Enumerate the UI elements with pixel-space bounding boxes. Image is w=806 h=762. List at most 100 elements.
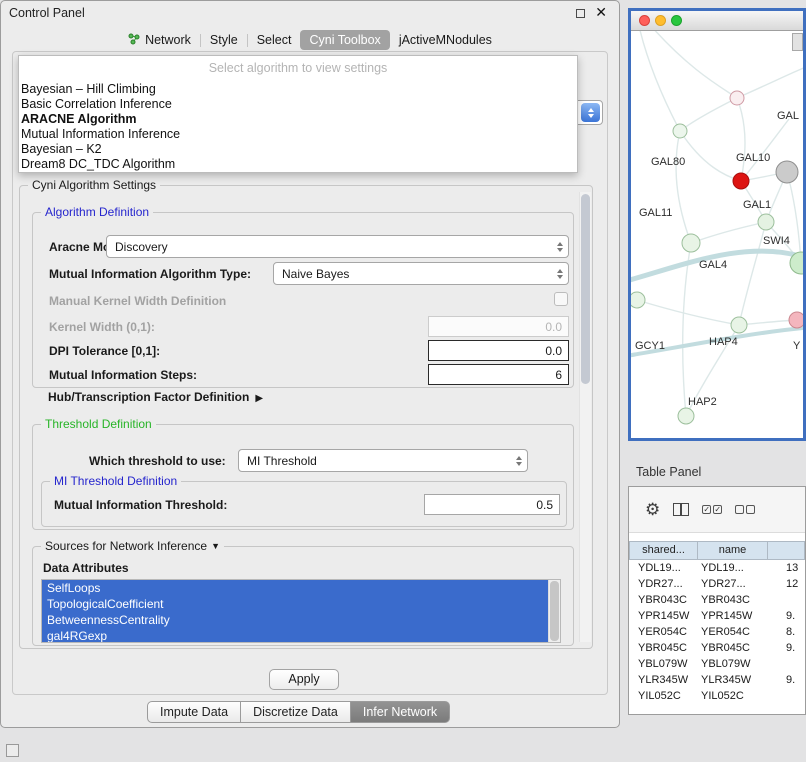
node-label: GAL10 <box>736 152 770 164</box>
sources-expander[interactable]: Sources for Network Inference▼ <box>41 539 224 553</box>
scrollbar-thumb[interactable] <box>581 194 590 384</box>
list-scrollbar[interactable] <box>548 580 560 642</box>
list-item-attribute[interactable]: gal4RGexp <box>42 628 548 643</box>
data-attributes-label: Data Attributes <box>43 561 129 575</box>
manual-kernel-width-checkbox[interactable] <box>554 292 568 306</box>
column-header-shared[interactable]: shared... <box>629 541 698 560</box>
tab-network[interactable]: Network <box>119 30 200 51</box>
manual-kernel-width-label: Manual Kernel Width Definition <box>49 294 226 308</box>
close-icon[interactable]: ✕ <box>595 4 607 21</box>
expand-down-icon: ▼ <box>211 541 220 551</box>
option-aracne[interactable]: ARACNE Algorithm <box>19 112 577 127</box>
network-node[interactable] <box>758 214 774 230</box>
table-header: shared... name <box>629 541 805 560</box>
which-threshold-label: Which threshold to use: <box>89 454 226 468</box>
cell-value: 9. <box>768 640 805 656</box>
network-node[interactable] <box>730 91 744 105</box>
table-toolbar: ⚙ ✓✓ <box>629 487 805 533</box>
network-node[interactable] <box>682 234 700 252</box>
table-panel-window: ⚙ ✓✓ shared... name YDL19... YDL19... 13… <box>628 486 806 715</box>
cell-name: YBR043C <box>698 592 768 608</box>
option-bayesian-hill-climbing[interactable]: Bayesian – Hill Climbing <box>19 82 577 97</box>
tab-cyni-toolbox[interactable]: Cyni Toolbox <box>300 30 389 50</box>
network-node[interactable] <box>631 292 645 308</box>
node-label: Y <box>793 340 801 352</box>
dropdown-prompt: Select algorithm to view settings <box>19 61 577 75</box>
option-mutual-information[interactable]: Mutual Information Inference <box>19 127 577 142</box>
option-dream8[interactable]: Dream8 DC_TDC Algorithm <box>19 157 577 172</box>
combobox-value: MI Threshold <box>247 454 317 468</box>
network-node[interactable] <box>731 317 747 333</box>
node-label: GAL <box>777 110 799 122</box>
tab-impute-data[interactable]: Impute Data <box>147 701 241 723</box>
network-node-red[interactable] <box>733 173 749 189</box>
tab-jactivemnodules[interactable]: jActiveMNodules <box>390 30 501 50</box>
network-scrollbar-widget[interactable] <box>792 33 803 51</box>
column-selector-icon[interactable] <box>673 503 689 516</box>
network-node-gray[interactable] <box>776 161 798 183</box>
unchecked-box-icon <box>735 505 744 514</box>
settings-scrollbar[interactable] <box>579 192 591 642</box>
table-row[interactable]: YLR345W YLR345W 9. <box>629 672 805 688</box>
algorithm-definition-group: Algorithm Definition Aracne Mode: Discov… <box>32 212 574 388</box>
scrollbar-thumb[interactable] <box>550 581 559 641</box>
kernel-width-field[interactable]: 0.0 <box>428 316 569 337</box>
hub-definition-expander[interactable]: Hub/Transcription Factor Definition▶ <box>48 390 263 404</box>
tab-label: jActiveMNodules <box>399 33 492 47</box>
list-item-attribute[interactable]: TopologicalCoefficient <box>42 596 548 612</box>
list-item-attribute[interactable]: SelfLoops <box>42 580 548 596</box>
aracne-mode-combobox[interactable]: Discovery <box>106 235 569 258</box>
mi-threshold-label: Mutual Information Threshold: <box>54 498 227 512</box>
combobox-value: Naive Bayes <box>282 267 349 281</box>
expand-right-icon: ▶ <box>255 393 263 404</box>
tab-select[interactable]: Select <box>248 30 301 50</box>
option-basic-correlation[interactable]: Basic Correlation Inference <box>19 97 577 112</box>
table-row[interactable]: YDL19... YDL19... 13 <box>629 560 805 576</box>
network-node[interactable] <box>673 124 687 138</box>
mi-threshold-field[interactable]: 0.5 <box>424 494 560 515</box>
combobox-arrows-icon <box>581 103 600 122</box>
option-bayesian-k2[interactable]: Bayesian – K2 <box>19 142 577 157</box>
mi-steps-field[interactable]: 6 <box>428 364 569 385</box>
float-window-icon[interactable] <box>576 9 585 18</box>
tab-discretize-data[interactable]: Discretize Data <box>241 701 351 723</box>
network-view-window: GAL GAL80 GAL10 GAL11 GAL1 SWI4 GAL4 GCY… <box>628 8 806 441</box>
network-node-pink[interactable] <box>789 312 803 328</box>
table-row[interactable]: YBR043C YBR043C <box>629 592 805 608</box>
column-header-partial[interactable] <box>768 541 805 560</box>
gear-icon[interactable]: ⚙ <box>645 501 660 518</box>
node-label: SWI4 <box>763 235 790 247</box>
tab-label: Cyni Toolbox <box>309 33 380 47</box>
table-row[interactable]: YIL052C YIL052C <box>629 688 805 704</box>
group-title: MI Threshold Definition <box>50 474 181 488</box>
data-attributes-list: SelfLoopsTopologicalCoefficientBetweenne… <box>41 579 561 643</box>
select-all-icon[interactable]: ✓✓ <box>702 505 722 514</box>
network-canvas[interactable]: GAL GAL80 GAL10 GAL11 GAL1 SWI4 GAL4 GCY… <box>631 31 803 438</box>
list-item-attribute[interactable]: BetweennessCentrality <box>42 612 548 628</box>
table-row[interactable]: YBR045C YBR045C 9. <box>629 640 805 656</box>
which-threshold-combobox[interactable]: MI Threshold <box>238 449 528 472</box>
table-row[interactable]: YER054C YER054C 8. <box>629 624 805 640</box>
cell-value: 8. <box>768 624 805 640</box>
table-row[interactable]: YPR145W YPR145W 9. <box>629 608 805 624</box>
cell-shared-name: YDR27... <box>629 576 698 592</box>
checked-box-icon: ✓ <box>702 505 711 514</box>
column-header-name[interactable]: name <box>698 541 768 560</box>
table-row[interactable]: YBL079W YBL079W <box>629 656 805 672</box>
dpi-tolerance-field[interactable]: 0.0 <box>428 340 569 361</box>
close-traffic-light[interactable] <box>639 15 650 26</box>
minimize-traffic-light[interactable] <box>655 15 666 26</box>
cell-name: YLR345W <box>698 672 768 688</box>
network-node[interactable] <box>678 408 694 424</box>
collapsed-panel-icon[interactable] <box>6 744 19 757</box>
deselect-all-icon[interactable] <box>735 505 755 514</box>
mi-algorithm-type-label: Mutual Information Algorithm Type: <box>49 267 251 281</box>
zoom-traffic-light[interactable] <box>671 15 682 26</box>
tab-style[interactable]: Style <box>201 30 247 50</box>
tab-infer-network[interactable]: Infer Network <box>351 701 450 723</box>
cell-shared-name: YBR045C <box>629 640 698 656</box>
table-row[interactable]: YDR27... YDR27... 12 <box>629 576 805 592</box>
mi-algorithm-type-combobox[interactable]: Naive Bayes <box>273 262 569 285</box>
apply-button[interactable]: Apply <box>269 669 339 690</box>
cell-shared-name: YER054C <box>629 624 698 640</box>
